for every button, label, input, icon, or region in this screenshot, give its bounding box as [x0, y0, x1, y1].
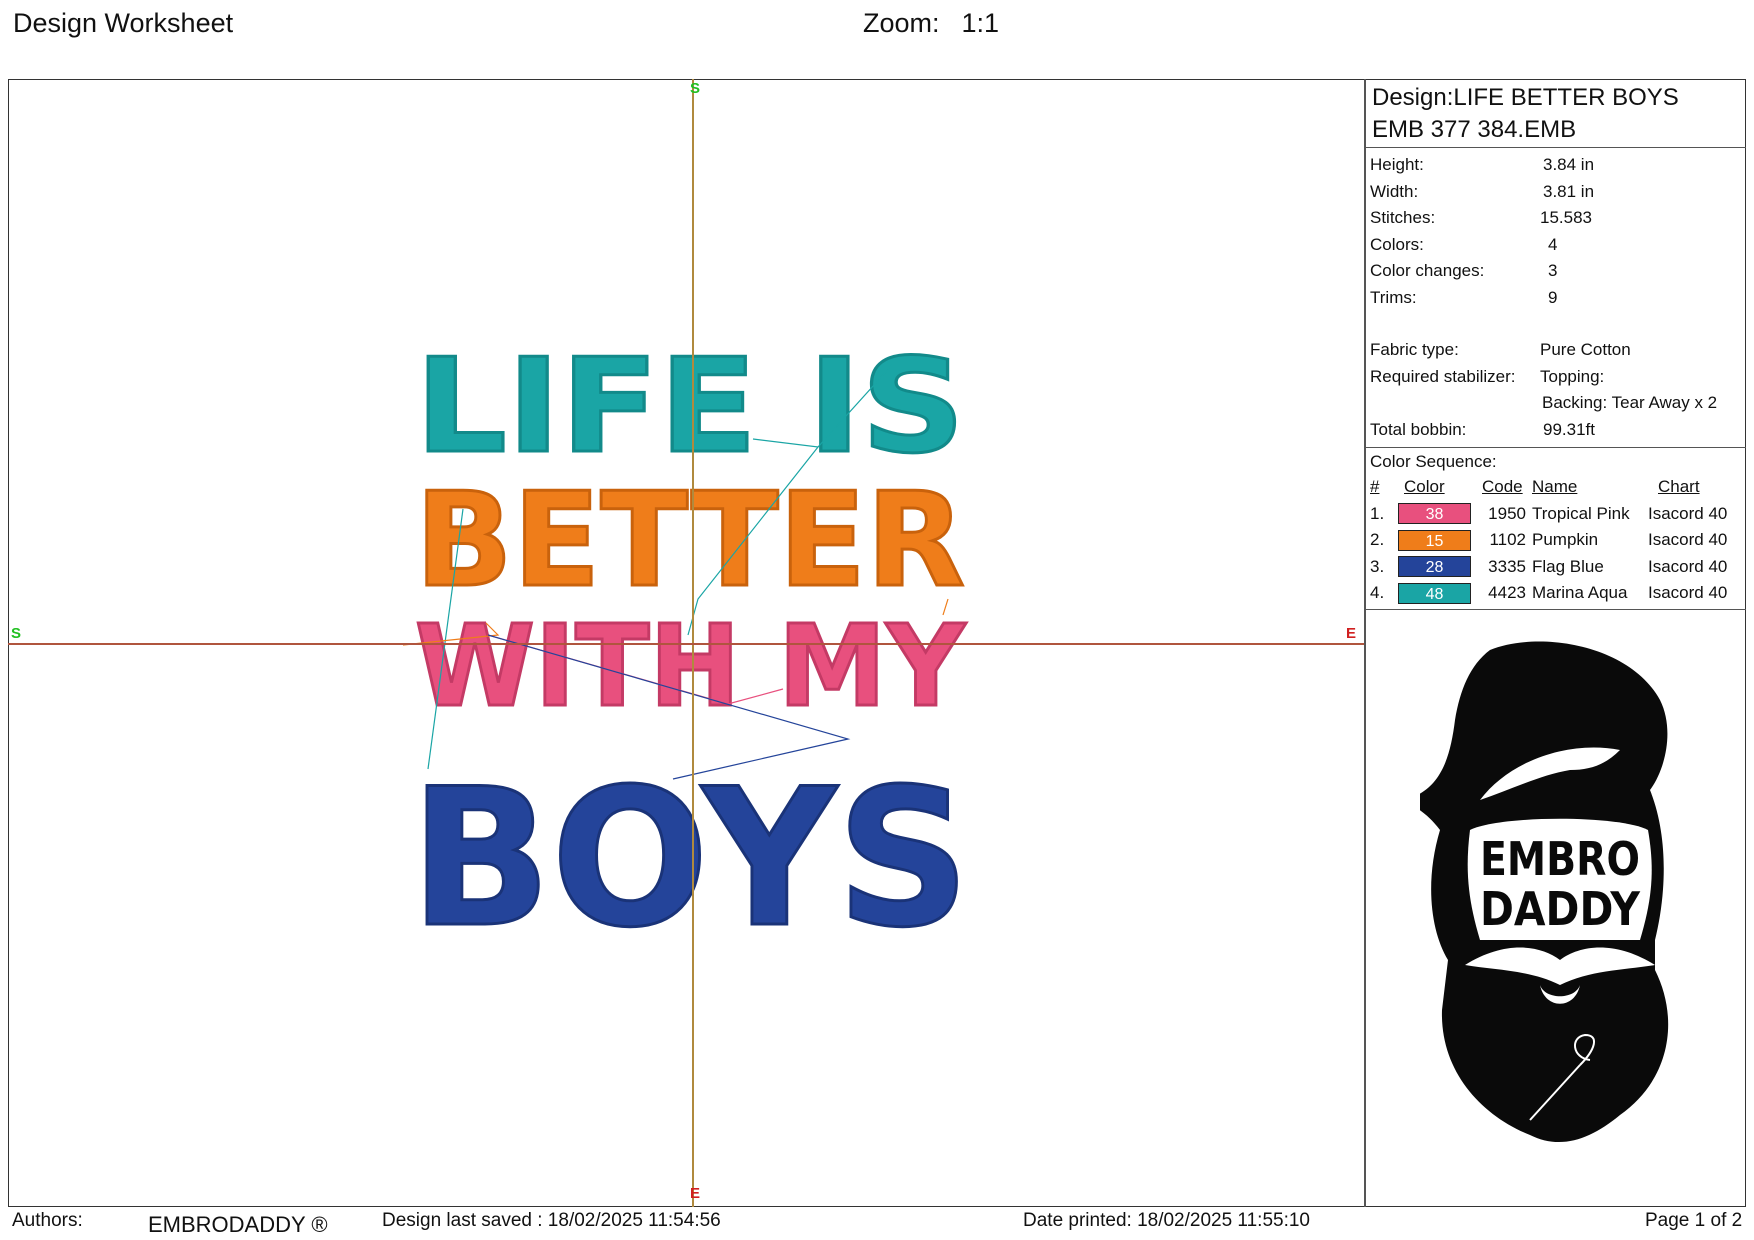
property-label: Color changes: [1370, 261, 1485, 281]
property-value: 3.81 in [1543, 181, 1595, 201]
property-value: 15.583 [1540, 208, 1592, 228]
property-label: Width: [1370, 181, 1419, 201]
fabric-row: Fabric type: Pure Cotton [1370, 337, 1742, 364]
seq-code: 1950 [1488, 503, 1526, 523]
page-number: Page 1 of 2 [1645, 1210, 1743, 1231]
seq-chart: Isacord 40 [1648, 503, 1728, 523]
seq-chart: Isacord 40 [1648, 583, 1728, 603]
seq-chart: Isacord 40 [1648, 556, 1728, 576]
property-label: Colors: [1370, 234, 1424, 254]
design-line-4: BOYS [410, 748, 970, 969]
seq-code: 4423 [1488, 583, 1526, 603]
header-num: # [1370, 477, 1380, 497]
seq-num: 2. [1370, 530, 1385, 550]
property-label: Trims: [1370, 287, 1417, 307]
seq-color: 48 [1394, 582, 1478, 604]
seq-num: 4. [1370, 583, 1385, 603]
property-value: 9 [1548, 287, 1558, 307]
seq-chart: Isacord 40 [1648, 530, 1728, 550]
vertical-start-marker: S [690, 80, 701, 97]
property-row: Stitches: 15.583 [1370, 205, 1742, 232]
color-sequence-row: 1. 38 1950 Tropical Pink Isacord 40 [1366, 501, 1746, 528]
property-value: 3.84 in [1543, 155, 1595, 175]
authors-value: EMBRODADDY ® [148, 1212, 328, 1237]
bobbin-row: Total bobbin: 99.31ft [1370, 417, 1742, 444]
seq-num: 3. [1370, 556, 1385, 576]
bobbin-value: 99.31ft [1543, 419, 1595, 439]
seq-name: Tropical Pink [1532, 503, 1630, 523]
design-canvas[interactable]: LIFE IS BETTER WITH MY BOYS S S E E [8, 79, 1365, 1207]
date-printed: Date printed: 18/02/2025 11:55:10 [1023, 1210, 1310, 1231]
property-row: Trims: 9 [1370, 285, 1742, 312]
horizontal-start-marker: S [11, 625, 22, 642]
property-row: Color changes: 3 [1370, 258, 1742, 285]
worksheet-title: Design Worksheet [13, 8, 234, 38]
property-row: Width: 3.81 in [1370, 179, 1742, 206]
stabilizer-row: Required stabilizer: Topping: [1370, 364, 1742, 391]
header-name: Name [1532, 477, 1578, 497]
color-swatch: 28 [1398, 556, 1471, 578]
property-label: Height: [1370, 155, 1424, 175]
color-sequence-title: Color Sequence: [1370, 452, 1497, 471]
color-swatch: 48 [1398, 582, 1471, 604]
color-swatch: 15 [1398, 529, 1471, 551]
header-chart: Chart [1658, 477, 1700, 497]
color-sequence-header: # Color Code Name Chart [1366, 474, 1746, 501]
zoom-indicator: Zoom: 1:1 [863, 8, 999, 39]
embrodaddy-logo: EMBRO DADDY [1420, 641, 1669, 1142]
bobbin-label: Total bobbin: [1370, 419, 1467, 439]
property-row: Height: 3.84 in [1370, 152, 1742, 179]
fabric-label: Fabric type: [1370, 340, 1459, 360]
design-info-panel: Design:LIFE BETTER BOYS EMB 377 384.EMB … [1366, 80, 1746, 610]
stabilizer-backing: Backing: Tear Away x 2 [1542, 393, 1718, 413]
property-label: Stitches: [1370, 208, 1436, 228]
design-name-block: Design:LIFE BETTER BOYS EMB 377 384.EMB [1366, 80, 1746, 148]
authors-label: Authors: [12, 1210, 83, 1231]
worksheet-footer: Authors: EMBRODADDY ® Design last saved … [0, 1207, 1754, 1240]
design-name: Design:LIFE BETTER BOYS [1372, 84, 1679, 111]
logo-text-daddy: DADDY [1480, 882, 1641, 936]
header-color: Color [1404, 477, 1445, 497]
logo-text-embro: EMBRO [1480, 832, 1640, 886]
seq-name: Marina Aqua [1532, 583, 1628, 603]
design-last-saved: Design last saved : 18/02/2025 11:54:56 [382, 1210, 721, 1231]
seq-color: 38 [1394, 503, 1478, 525]
header-code: Code [1482, 477, 1523, 497]
zoom-value: 1:1 [961, 8, 1000, 38]
color-sequence-row: 4. 48 4423 Marina Aqua Isacord 40 [1366, 580, 1746, 607]
horizontal-center-line [8, 643, 1365, 645]
property-value: 4 [1548, 234, 1558, 254]
design-line-1: LIFE IS [415, 330, 965, 482]
seq-code: 1102 [1489, 530, 1526, 550]
seq-code: 3335 [1488, 556, 1526, 576]
vertical-end-marker: E [690, 1185, 701, 1202]
seq-num: 1. [1370, 503, 1385, 523]
seq-name: Pumpkin [1532, 530, 1599, 550]
fabric-value: Pure Cotton [1540, 340, 1631, 360]
stabilizer-label: Required stabilizer: [1370, 366, 1516, 386]
property-row: Colors: 4 [1370, 232, 1742, 259]
color-sequence-row: 2. 15 1102 Pumpkin Isacord 40 [1366, 527, 1746, 554]
seq-color: 15 [1394, 529, 1478, 551]
horizontal-end-marker: E [1346, 625, 1357, 642]
design-properties: Height: 3.84 in Width: 3.81 in Stitches: 15… [1366, 148, 1746, 447]
stabilizer-backing-row: Backing: Tear Away x 2 [1370, 390, 1742, 417]
zoom-label: Zoom: [863, 8, 940, 38]
stabilizer-topping: Topping: [1540, 366, 1605, 386]
color-swatch: 38 [1398, 503, 1471, 525]
design-line-2: BETTER [415, 464, 965, 616]
design-line-3: WITH MY [415, 602, 967, 732]
seq-name: Flag Blue [1532, 556, 1604, 576]
design-file-name: EMB 377 384.EMB [1372, 116, 1577, 143]
seq-color: 28 [1394, 556, 1478, 578]
property-value: 3 [1548, 261, 1558, 281]
color-sequence-row: 3. 28 3335 Flag Blue Isacord 40 [1366, 554, 1746, 581]
color-sequence-rows: 1. 38 1950 Tropical Pink Isacord 40 2. 15 1102 P… [1366, 501, 1746, 607]
